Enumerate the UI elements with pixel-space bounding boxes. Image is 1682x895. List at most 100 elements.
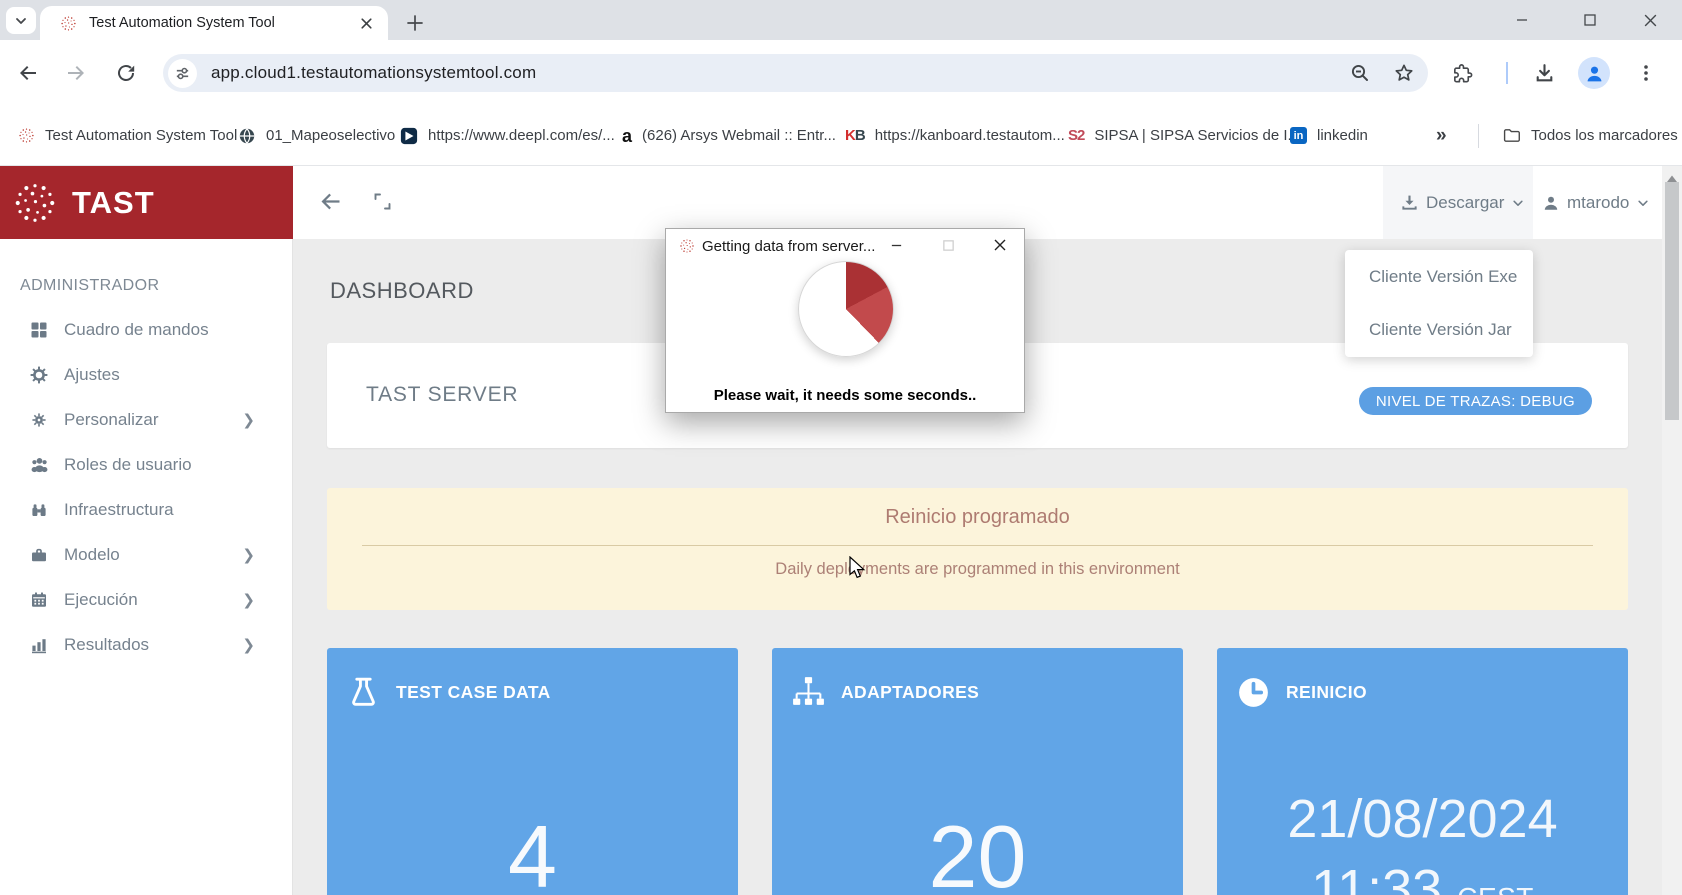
tune-icon — [176, 67, 189, 79]
brand-name: TAST — [72, 184, 155, 220]
site-settings-button[interactable] — [168, 58, 197, 88]
zoom-indicator-button[interactable] — [1340, 62, 1380, 84]
back-arrow-icon — [321, 193, 340, 210]
back-button[interactable] — [10, 55, 46, 91]
page-scrollbar[interactable] — [1662, 166, 1682, 895]
url-text[interactable]: app.cloud1.testautomationsystemtool.com — [211, 63, 1340, 83]
descargar-label: Descargar — [1426, 192, 1505, 212]
bookmark-arsys[interactable]: a (626) Arsys Webmail :: Entr... — [622, 106, 836, 165]
minimize-icon — [891, 244, 901, 246]
deepl-icon — [400, 127, 418, 144]
bookmark-mapeo[interactable]: 01_Mapeoselectivo — [238, 106, 395, 165]
maximize-icon — [1584, 14, 1596, 26]
stat-card-reinicio[interactable]: REINICIO 21/08/2024 11:33 CEST — [1217, 648, 1628, 895]
chevron-right-icon: ❯ — [242, 591, 255, 609]
address-bar[interactable]: app.cloud1.testautomationsystemtool.com — [163, 54, 1428, 92]
kebab-menu-icon — [1644, 65, 1648, 81]
dialog-minimize-button[interactable] — [870, 229, 922, 261]
sidebar-item-cuadro-de-mandos[interactable]: Cuadro de mandos — [0, 307, 293, 352]
timezone-label: CEST — [1457, 882, 1534, 895]
bookmark-star-button[interactable] — [1380, 62, 1428, 84]
extensions-button[interactable] — [1444, 55, 1480, 91]
sidebar-item-resultados[interactable]: Resultados ❯ — [0, 622, 293, 667]
forward-button[interactable] — [58, 55, 94, 91]
all-bookmarks-button[interactable]: Todos los marcadores — [1502, 106, 1678, 165]
browser-tab[interactable]: Test Automation System Tool — [40, 6, 388, 40]
reload-button[interactable] — [108, 55, 144, 91]
toolbar-separator — [1506, 62, 1508, 84]
dialog-maximize-button[interactable] — [922, 229, 974, 261]
dialog-close-button[interactable] — [974, 229, 1026, 261]
app-brand-header[interactable]: TAST — [0, 166, 293, 239]
stat-card-test-case-data[interactable]: TEST CASE DATA 4 — [327, 648, 738, 895]
sidebar-section-label: ADMINISTRADOR — [20, 277, 160, 294]
downloads-button[interactable] — [1526, 55, 1562, 91]
trace-level-badge: NIVEL DE TRAZAS: DEBUG — [1358, 387, 1592, 415]
tab-title: Test Automation System Tool — [89, 15, 275, 31]
bookmarks-overflow-button[interactable]: » — [1436, 106, 1447, 165]
notice-message: Daily deployments are programmed in this… — [775, 560, 1180, 578]
binoculars-icon — [26, 501, 52, 519]
bookmark-tast[interactable]: Test Automation System Tool — [18, 106, 237, 165]
back-arrow-icon — [20, 66, 36, 80]
star-icon — [1395, 64, 1413, 81]
sidebar-item-ejecucion[interactable]: Ejecución ❯ — [0, 577, 293, 622]
stat-card-time: 11:33 CEST — [1217, 858, 1628, 895]
window-close-button[interactable] — [1618, 0, 1682, 40]
tab-strip: Test Automation System Tool — [0, 0, 1682, 40]
menu-item-cliente-version-exe[interactable]: Cliente Versión Exe — [1345, 250, 1533, 303]
app-back-button[interactable] — [317, 188, 344, 220]
sidebar-item-personalizar[interactable]: Personalizar ❯ — [0, 397, 293, 442]
calendar-icon — [26, 591, 52, 609]
grid-icon — [26, 321, 52, 339]
tab-search-button[interactable] — [6, 7, 36, 34]
chevron-down-icon — [1638, 200, 1649, 206]
tab-close-icon[interactable] — [359, 16, 374, 31]
profile-button[interactable] — [1578, 57, 1610, 89]
bookmarks-separator — [1478, 124, 1479, 148]
notice-title: Reinicio programado — [885, 506, 1070, 528]
sidebar-item-roles-de-usuario[interactable]: Roles de usuario — [0, 442, 293, 487]
dialog-title: Getting data from server... — [702, 238, 876, 255]
minimize-icon — [1517, 19, 1527, 21]
window-minimize-button[interactable] — [1490, 0, 1554, 40]
scrollbar-thumb[interactable] — [1665, 182, 1679, 420]
reload-icon — [118, 65, 135, 81]
browser-menu-button[interactable] — [1628, 55, 1664, 91]
kanboard-icon: KB — [845, 127, 866, 144]
page-title: DASHBOARD — [330, 278, 474, 303]
folder-icon — [1503, 129, 1520, 142]
stat-card-label: ADAPTADORES — [841, 682, 980, 702]
new-tab-button[interactable] — [400, 8, 430, 38]
bookmark-kanboard[interactable]: KB https://kanboard.testautom... — [845, 106, 1065, 165]
descargar-dropdown-menu: Cliente Versión Exe Cliente Versión Jar — [1345, 250, 1533, 357]
descargar-button[interactable]: Descargar — [1401, 166, 1524, 239]
bookmark-deepl[interactable]: https://www.deepl.com/es/... — [400, 106, 615, 165]
window-maximize-button[interactable] — [1558, 0, 1622, 40]
expand-icon — [374, 193, 391, 210]
bookmark-linkedin[interactable]: in linkedin — [1290, 106, 1368, 165]
person-icon — [1587, 66, 1601, 81]
chevron-down-icon — [16, 17, 26, 24]
arsys-icon: a — [622, 125, 633, 146]
linkedin-icon: in — [1290, 127, 1307, 144]
loading-spinner — [798, 261, 894, 357]
bookmark-sipsa[interactable]: S2 SIPSA | SIPSA Servicios de I... — [1068, 106, 1300, 165]
sidebar-item-ajustes[interactable]: Ajustes — [0, 352, 293, 397]
fullscreen-button[interactable] — [373, 192, 392, 216]
sidebar-item-modelo[interactable]: Modelo ❯ — [0, 532, 293, 577]
clock-icon — [1239, 678, 1268, 707]
users-icon — [26, 455, 52, 474]
stat-card-label: TEST CASE DATA — [396, 682, 551, 702]
zoom-out-icon — [1351, 64, 1368, 81]
stat-card-label: REINICIO — [1286, 682, 1367, 702]
sitemap-icon — [793, 677, 824, 705]
tast-favicon — [19, 128, 34, 143]
tast-favicon — [680, 239, 694, 253]
user-menu-button[interactable]: mtarodo — [1543, 166, 1649, 239]
mouse-cursor — [849, 556, 866, 579]
sidebar-item-infraestructura[interactable]: Infraestructura — [0, 487, 293, 532]
stat-card-adaptadores[interactable]: ADAPTADORES 20 — [772, 648, 1183, 895]
browser-window: Test Automation System Tool app.cloud1.t… — [0, 0, 1682, 895]
menu-item-cliente-version-jar[interactable]: Cliente Versión Jar — [1345, 303, 1533, 356]
